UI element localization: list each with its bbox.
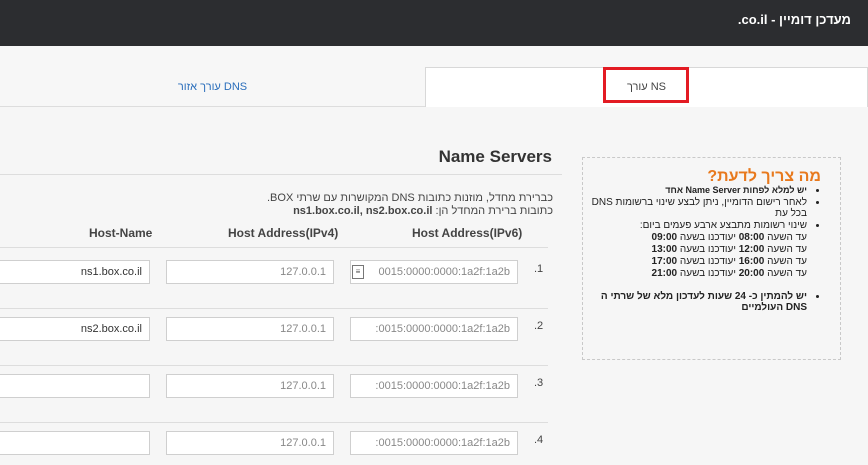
tab-bar: עורך אזור DNS עורך NS <box>0 46 868 107</box>
ipv4-input[interactable]: 127.0.0.1 <box>166 317 334 341</box>
schedule-line: עד השעה 20:00 יעודכנו בשעה 21:00 <box>651 268 807 279</box>
row-number: .4 <box>534 434 544 446</box>
hostname-input[interactable]: ns1.box.co.il <box>0 260 150 284</box>
ipv6-input[interactable]: :0015:0000:0000:1a2f:1a2b <box>350 317 518 341</box>
row-number: .1 <box>534 263 544 275</box>
info-bullet-4: יש להמתין כ- 24 שעות לעדכון מלא של שרתי … <box>587 291 807 313</box>
info-bullet-2: לאחר רישום הדומיין, ניתן לבצע שינוי ברשו… <box>587 197 807 219</box>
document-icon[interactable]: ≡ <box>352 265 364 279</box>
info-bullet-1: יש למלא לפחות Name Server אחד <box>587 185 807 196</box>
column-header-hostname: Host-Name <box>89 226 153 240</box>
hostname-input[interactable]: ns2.box.co.il <box>0 317 150 341</box>
divider <box>0 308 548 309</box>
description-line-2: כתובות ברירת המחדל הן: ns1.box.co.il, ns… <box>293 205 553 217</box>
default-ns-values: ns1.box.co.il, ns2.box.co.il <box>293 205 433 217</box>
ipv6-input[interactable]: 0015:0000:0000:1a2f:1a2b <box>350 260 518 284</box>
divider <box>0 422 548 423</box>
schedule-line: עד השעה 12:00 יעודכנו בשעה 13:00 <box>651 244 807 255</box>
row-number: .3 <box>534 377 544 389</box>
ipv6-input[interactable]: :0015:0000:0000:1a2f:1a2b <box>350 374 518 398</box>
hostname-input[interactable] <box>0 431 150 455</box>
ipv6-input[interactable]: :0015:0000:0000:1a2f:1a2b <box>350 431 518 455</box>
description-line-1: כברירת מחדל, מוזנות כתובות DNS המקושרות … <box>266 192 553 204</box>
tab-dns-zone-editor[interactable]: עורך אזור DNS <box>0 68 425 106</box>
schedule-line: עד השעה 16:00 יעודכנו בשעה 17:00 <box>651 256 807 267</box>
ipv4-input[interactable]: 127.0.0.1 <box>166 431 334 455</box>
schedule-line: עד השעה 08:00 יעודכנו בשעה 09:00 <box>651 232 807 243</box>
column-header-ipv4: Host Address(IPv4) <box>228 226 339 240</box>
ipv4-input[interactable]: 127.0.0.1 <box>166 374 334 398</box>
ipv4-input[interactable]: 127.0.0.1 <box>166 260 334 284</box>
page-title: מעדכן דומיין - co.il. <box>737 12 851 27</box>
column-header-ipv6: Host Address(IPv6) <box>412 226 523 240</box>
info-list: יש למלא לפחות Name Server אחד לאחר רישום… <box>587 185 821 314</box>
highlight-box <box>603 67 689 103</box>
info-bullet-3: שינוי רשומות מתבצע ארבע פעמים ביום: <box>587 220 807 231</box>
info-title: מה צריך לדעת? <box>707 168 821 185</box>
section-title: Name Servers <box>438 147 552 166</box>
divider <box>0 365 548 366</box>
info-panel: מה צריך לדעת? יש למלא לפחות Name Server … <box>582 157 841 360</box>
section-divider <box>0 174 562 175</box>
row-number: .2 <box>534 320 544 332</box>
divider <box>0 247 548 248</box>
hostname-input[interactable] <box>0 374 150 398</box>
top-bar: מעדכן דומיין - co.il. <box>0 0 868 46</box>
